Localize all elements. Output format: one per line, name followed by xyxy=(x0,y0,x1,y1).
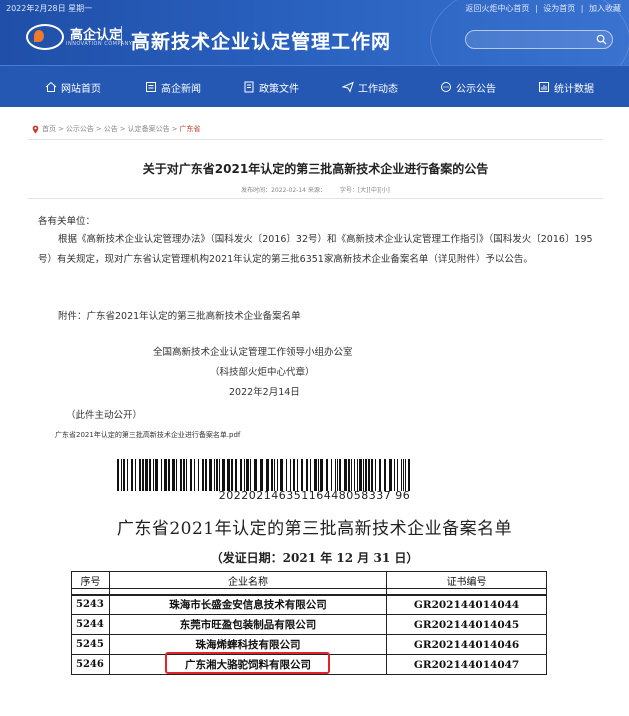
nav-label: 政策文件 xyxy=(259,83,299,95)
breadcrumb: 首页 > 公示公告 > 公告 > 认定备案公告 > 广东省 xyxy=(32,124,201,134)
certificate-number: GR202144014047 xyxy=(386,654,547,675)
greeting: 各有关单位： xyxy=(38,216,96,227)
header-date: 2022年2月28日 星期一 xyxy=(6,4,93,13)
font-size-small[interactable]: [小] xyxy=(379,187,390,194)
breadcrumb-current[interactable]: 广东省 xyxy=(180,124,201,134)
nav-item-announcements[interactable]: 公示公告 xyxy=(440,66,496,108)
top-links: 返回火炬中心首页 | 设为首页 | 加入收藏 xyxy=(462,3,621,14)
barcode-image xyxy=(117,459,410,491)
company-name: 珠海市长盛金安信息技术有限公司 xyxy=(108,594,388,615)
article-body: 根据《高新技术企业认定管理办法》（国科发火〔2016〕32号）和《高新技术企业认… xyxy=(38,234,593,265)
chart-icon xyxy=(539,82,549,92)
article-meta: 发布时间：2022-02-14 来源： 字号：[大][中][小] xyxy=(28,185,603,194)
divider xyxy=(28,139,603,140)
breadcrumb-item[interactable]: 公告 xyxy=(104,124,118,134)
nav-label: 公示公告 xyxy=(456,83,496,95)
news-icon xyxy=(146,82,156,92)
highlight-box xyxy=(165,652,330,674)
row-number: 5243 xyxy=(71,594,110,615)
font-size-medium[interactable]: [中] xyxy=(369,187,380,194)
logo-subtext: INNOVATION COMPANY xyxy=(66,41,133,47)
signature-seal: （科技部火炬中心代章） xyxy=(210,367,315,378)
nav-label: 网站首页 xyxy=(61,83,101,95)
logo-icon[interactable] xyxy=(26,24,64,50)
table-row: 5244 东莞市旺盈包装制品有限公司 GR202144014045 xyxy=(71,614,547,635)
signature-date: 2022年2月14日 xyxy=(229,387,300,398)
search-input[interactable] xyxy=(465,30,613,49)
header-divider xyxy=(121,26,122,46)
location-pin-icon xyxy=(32,125,39,133)
table-header-row: 序号 企业名称 证书编号 xyxy=(71,571,547,589)
search-icon[interactable] xyxy=(596,34,607,45)
company-name: 东莞市旺盈包装制品有限公司 xyxy=(108,614,388,635)
home-icon xyxy=(45,81,57,92)
certificate-number: GR202144014045 xyxy=(386,614,547,635)
article-title: 关于对广东省2021年认定的第三批高新技术企业进行备案的公告 xyxy=(142,162,489,176)
nav-item-updates[interactable]: 工作动态 xyxy=(342,66,398,108)
document-icon xyxy=(244,81,254,93)
link-separator: | xyxy=(580,4,584,13)
divider xyxy=(28,198,603,199)
site-header: 2022年2月28日 星期一 返回火炬中心首页 | 设为首页 | 加入收藏 高企… xyxy=(0,0,629,65)
certificate-number: GR202144014044 xyxy=(386,594,547,615)
link-separator: | xyxy=(534,4,538,13)
row-number: 5246 xyxy=(71,654,110,675)
breadcrumb-item[interactable]: 认定备案公告 xyxy=(128,124,170,134)
breadcrumb-item[interactable]: 公示公告 xyxy=(66,124,94,134)
table-row: 5243 珠海市长盛金安信息技术有限公司 GR202144014044 xyxy=(71,594,547,615)
top-bar: 2022年2月28日 星期一 返回火炬中心首页 | 设为首页 | 加入收藏 xyxy=(0,0,629,14)
signature-org: 全国高新技术企业认定管理工作领导小组办公室 xyxy=(153,347,353,358)
link-add-favorite[interactable]: 加入收藏 xyxy=(589,4,621,13)
article-panel: 首页 > 公示公告 > 公告 > 认定备案公告 > 广东省 关于对广东省2021年认定的… xyxy=(28,117,603,447)
nav-label: 高企新闻 xyxy=(161,83,201,95)
column-header: 证书编号 xyxy=(386,571,547,589)
nav-label: 统计数据 xyxy=(554,83,594,95)
site-title: 高新技术企业认定管理工作网 xyxy=(131,31,392,53)
row-number: 5244 xyxy=(71,614,110,635)
certificate-number: GR202144014046 xyxy=(386,634,547,655)
nav-label: 工作动态 xyxy=(358,83,398,95)
issue-date: （发证日期：2021 年 12 月 31 日） xyxy=(210,551,419,565)
document-excerpt: 20220214635116448058337 96 广东省2021年认定的第三… xyxy=(0,455,629,716)
column-header: 企业名称 xyxy=(108,571,388,589)
attachment-note: 附件：广东省2021年认定的第三批高新技术企业备案名单 xyxy=(58,311,301,322)
link-torch-home[interactable]: 返回火炬中心首页 xyxy=(465,4,529,13)
nav-item-statistics[interactable]: 统计数据 xyxy=(538,66,594,108)
font-size-large[interactable]: [大] xyxy=(358,187,369,194)
link-set-homepage[interactable]: 设为首页 xyxy=(543,4,575,13)
document-title: 广东省2021年认定的第三批高新技术企业备案名单 xyxy=(116,519,513,539)
nav-item-policy[interactable]: 政策文件 xyxy=(243,66,299,108)
main-nav: 网站首页 高企新闻 政策文件 工作动态 公示公告 统计数据 xyxy=(0,65,629,107)
pdf-attachment-link[interactable]: 广东省2021年认定的第三批高新技术企业进行备案名单.pdf xyxy=(55,430,240,440)
column-header: 序号 xyxy=(71,571,110,589)
font-size-label: 字号： xyxy=(339,187,358,194)
nav-item-home[interactable]: 网站首页 xyxy=(45,66,101,108)
publish-info: 发布时间：2022-02-14 来源： xyxy=(241,187,326,194)
public-note: （此件主动公开） xyxy=(66,410,143,421)
paper-plane-icon xyxy=(342,81,354,93)
row-number: 5245 xyxy=(71,634,110,655)
breadcrumb-item[interactable]: 首页 xyxy=(42,124,56,134)
barcode-number: 20220214635116448058337 96 xyxy=(218,489,411,502)
nav-item-news[interactable]: 高企新闻 xyxy=(145,66,201,108)
chat-icon xyxy=(441,82,451,92)
